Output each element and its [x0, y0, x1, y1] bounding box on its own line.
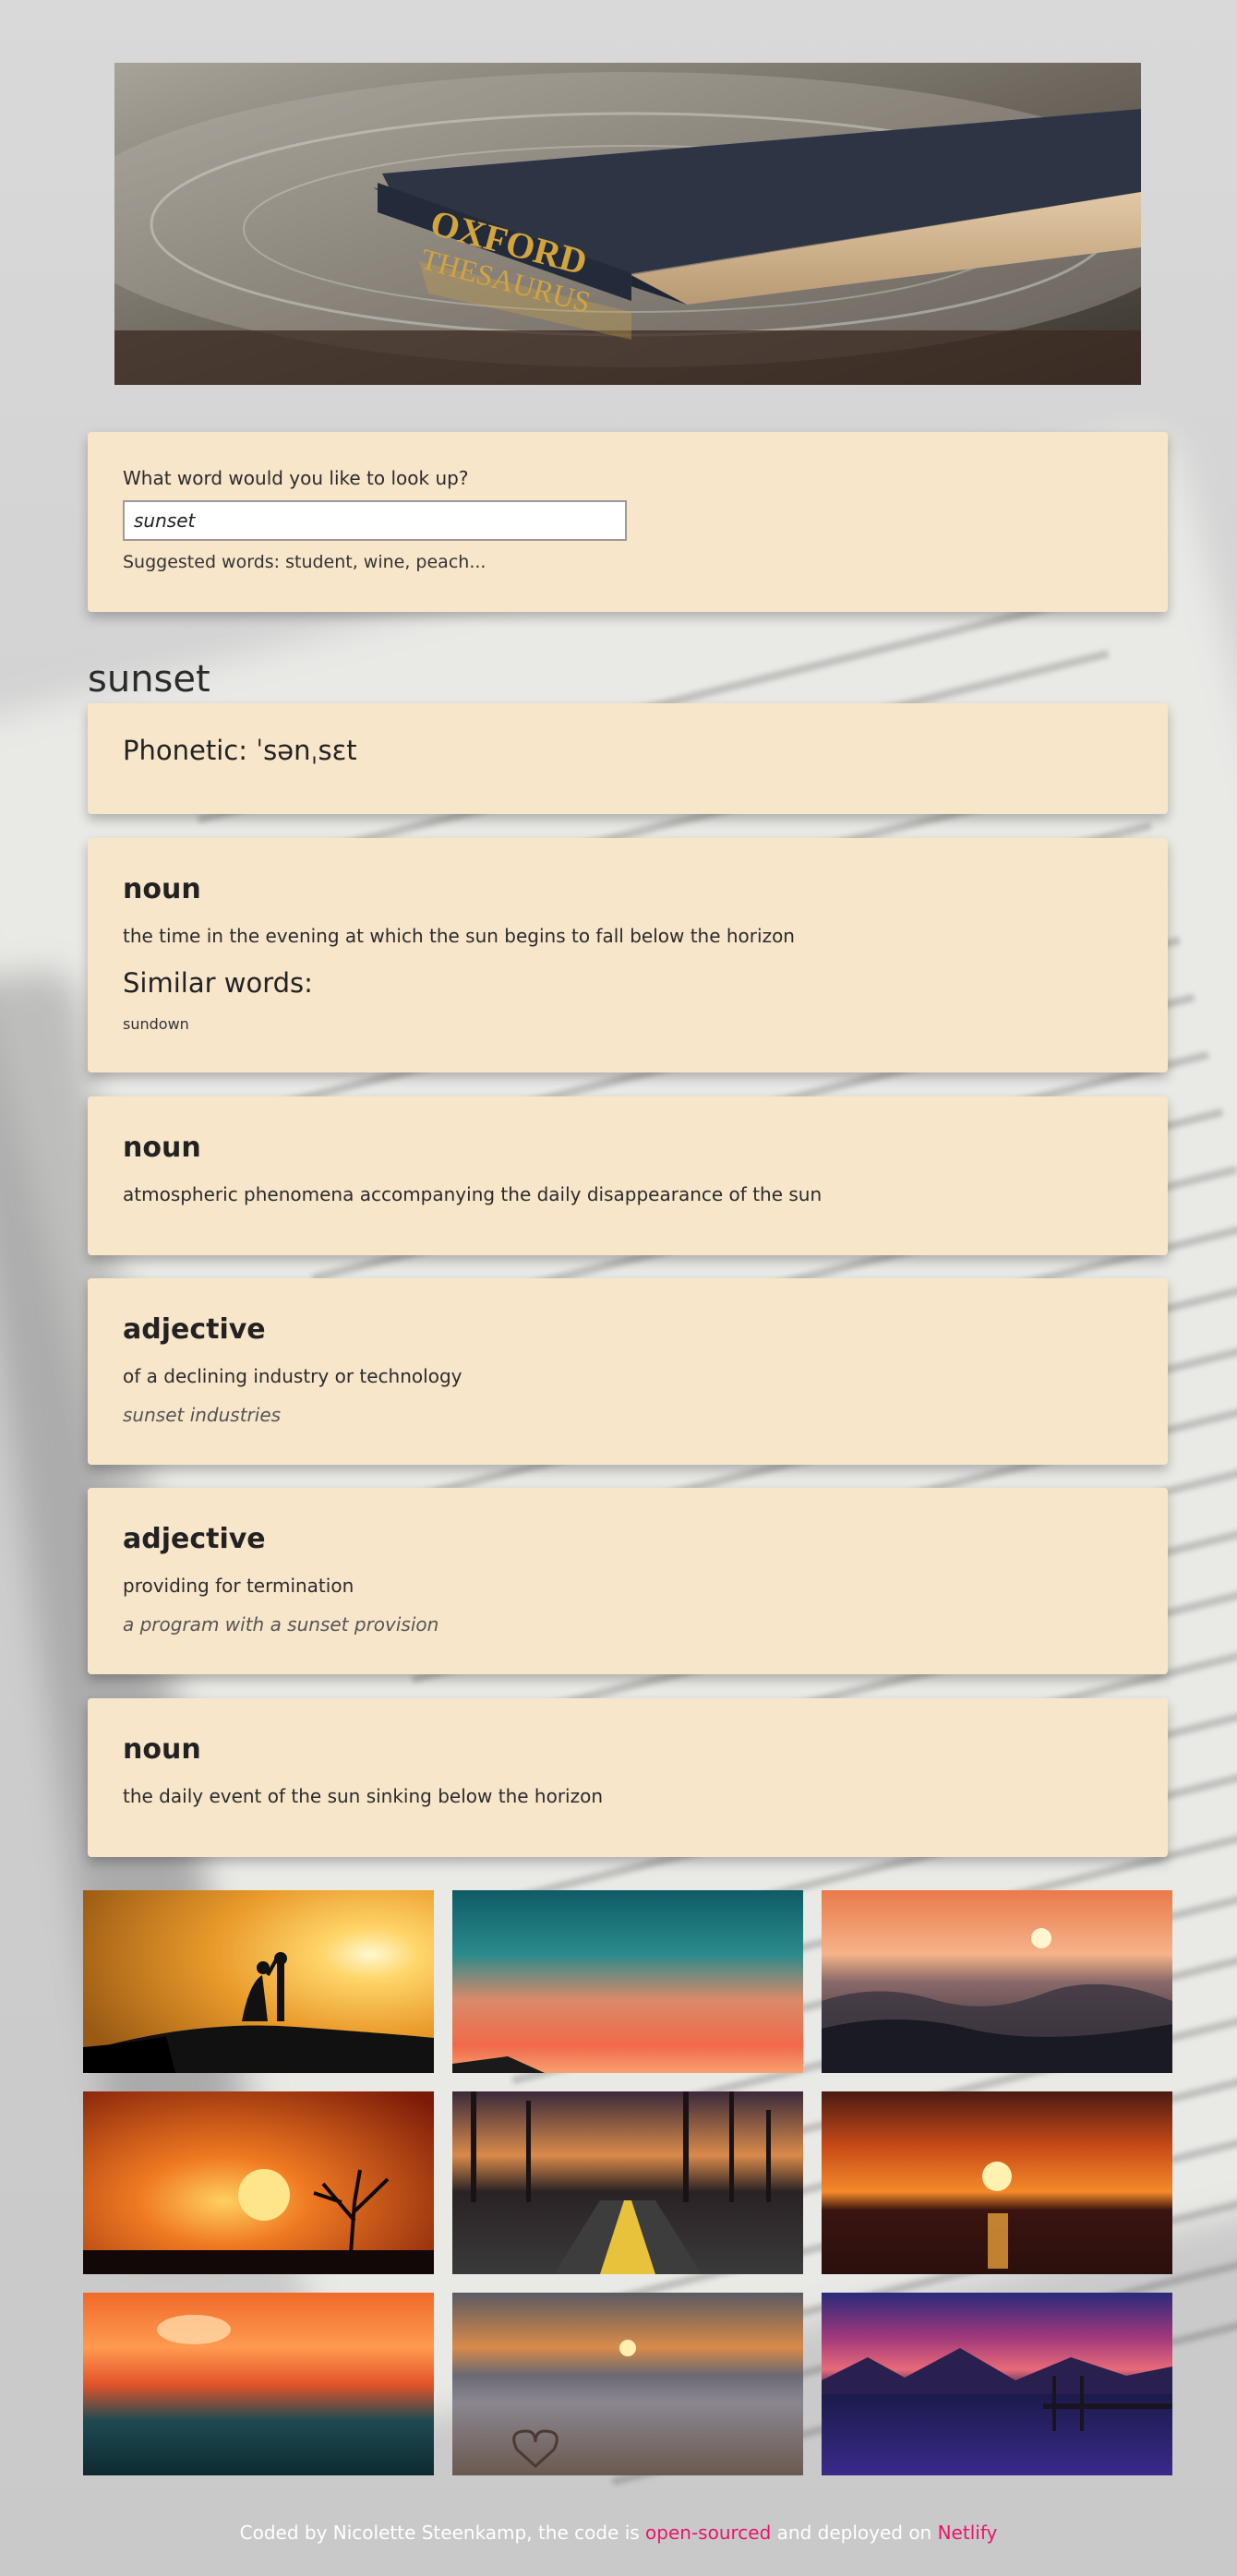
- open-sourced-link[interactable]: open-sourced: [645, 2522, 771, 2544]
- part-of-speech: noun: [123, 873, 201, 905]
- example: sunset industries: [123, 1404, 282, 1426]
- sunset-photo-lake-mountains[interactable]: [822, 2293, 1172, 2475]
- sunset-photo-ocean-waves[interactable]: [822, 1890, 1172, 2073]
- similar-word: sundown: [123, 1015, 189, 1033]
- meaning-card: adjective of a declining industry or tec…: [88, 1278, 1168, 1465]
- sunset-photo-ocean-orange[interactable]: [83, 2293, 434, 2475]
- definition: providing for termination: [123, 1575, 354, 1597]
- definition: atmospheric phenomena accompanying the d…: [123, 1183, 823, 1205]
- meaning-card: noun the time in the evening at which th…: [88, 838, 1168, 1072]
- example: a program with a sunset provision: [123, 1613, 439, 1635]
- search-hint: Suggested words: student, wine, peach...: [123, 552, 486, 572]
- footer: Coded by Nicolette Steenkamp, the code i…: [0, 2522, 1237, 2544]
- search-input[interactable]: [123, 500, 627, 541]
- netlify-link[interactable]: Netlify: [938, 2522, 998, 2544]
- part-of-speech: noun: [123, 1733, 201, 1766]
- sunset-photo-beach-heart[interactable]: [452, 2293, 803, 2475]
- search-label: What word would you like to look up?: [123, 467, 469, 489]
- sunset-photo-sea-reflection[interactable]: [822, 2091, 1172, 2274]
- part-of-speech: adjective: [123, 1523, 266, 1555]
- search-card: What word would you like to look up? Sug…: [88, 432, 1168, 612]
- meaning-card: noun atmospheric phenomena accompanying …: [88, 1096, 1168, 1255]
- sunset-photo-teal-sky[interactable]: [452, 1890, 803, 2073]
- phonetic-card: Phonetic: ˈsənˌsɛt: [88, 703, 1168, 814]
- definition: the daily event of the sun sinking below…: [123, 1785, 604, 1807]
- footer-text: Coded by Nicolette Steenkamp, the code i…: [239, 2522, 646, 2544]
- hero-image: OXFORD THESAURUS: [114, 63, 1141, 385]
- footer-text-middle: and deployed on: [771, 2522, 938, 2544]
- part-of-speech: noun: [123, 1132, 201, 1164]
- sunset-photo-silhouette-couple[interactable]: [83, 1890, 434, 2073]
- meaning-card: adjective providing for termination a pr…: [88, 1488, 1168, 1674]
- meaning-card: noun the daily event of the sun sinking …: [88, 1698, 1168, 1857]
- sunset-photo-palm-road[interactable]: [452, 2091, 803, 2274]
- similar-words-title: Similar words:: [123, 967, 313, 999]
- word-title: sunset: [88, 657, 210, 701]
- definition: the time in the evening at which the sun…: [123, 925, 795, 947]
- part-of-speech: adjective: [123, 1313, 266, 1346]
- sunset-photo-tree-sun[interactable]: [83, 2091, 434, 2274]
- phonetic-text: Phonetic: ˈsənˌsɛt: [123, 735, 357, 766]
- definition: of a declining industry or technology: [123, 1365, 462, 1387]
